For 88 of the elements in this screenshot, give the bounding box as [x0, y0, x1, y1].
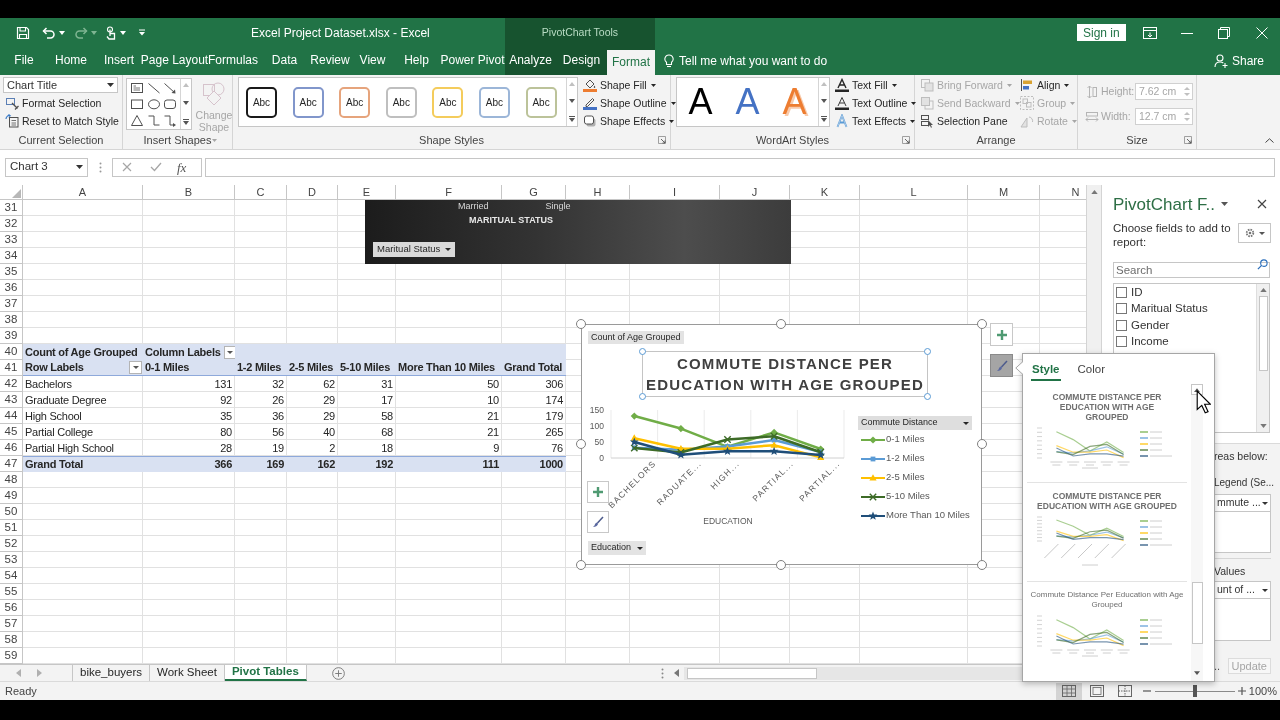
total-cell: 192 — [338, 456, 396, 472]
legend-label: More Than 10 Miles — [886, 508, 970, 523]
pivot-field-label: Column Labels — [145, 344, 221, 360]
value-cell-text: 35 — [219, 408, 233, 424]
pane-instruction: Choose fields to add to report: — [1113, 221, 1232, 249]
value-cell-text: 306 — [544, 376, 564, 392]
value-cell-text: 21 — [486, 408, 500, 424]
style-option-title: COMMUTE DISTANCE PER EDUCATION WITH AGE GROUPED — [1036, 491, 1178, 511]
area-label: Values — [1214, 564, 1246, 578]
column-label-cell: 1-2 Miles — [235, 360, 287, 376]
value-cell-text: 28 — [219, 440, 233, 456]
legend-label: 0-1 Miles — [886, 432, 925, 447]
style-option-title: COMMUTE DISTANCE PER EDUCATION WITH AGE GROUPED — [1051, 392, 1163, 422]
group-label: Size — [1126, 134, 1148, 146]
total-cell: 111 — [396, 456, 502, 472]
value-cell-text: 2 — [328, 440, 336, 456]
size-label: Width: — [1101, 108, 1132, 124]
value-cell-text: 32 — [271, 376, 285, 392]
value-cell-text: 174 — [544, 392, 564, 408]
value-cell-text: 31 — [380, 376, 394, 392]
area-label: Legend (Se... — [1214, 476, 1275, 490]
pivot-field-label: Row Labels — [25, 360, 84, 376]
value-cell-text: 92 — [219, 392, 233, 408]
window-title: Excel Project Dataset.xlsx - Excel — [251, 24, 430, 42]
value-cell-text: 131 — [213, 376, 233, 392]
group-label: Shape Styles — [419, 134, 484, 146]
field-name: Gender — [1131, 317, 1170, 333]
field-name: ID — [1131, 284, 1143, 300]
value-cell-text: 21 — [486, 424, 500, 440]
column-label-cell: Grand Total — [502, 360, 566, 376]
areas-hint: reas below: — [1214, 449, 1268, 463]
axis-tick-label: 150 — [589, 405, 604, 415]
axis-tick-label: 100 — [589, 421, 604, 431]
legend-label: 1-2 Miles — [886, 451, 925, 466]
column-label-cell: 0-1 Miles — [143, 360, 235, 376]
pane-title: PivotChart F.. — [1113, 195, 1216, 213]
group-label: Arrange — [976, 134, 1016, 146]
row-label-cell-text: Partial High School — [24, 440, 115, 456]
value-cell-text: 76 — [550, 440, 564, 456]
group-label: Current Selection — [18, 134, 104, 146]
column-label-cell: More Than 10 Miles — [396, 360, 502, 376]
total-label-cell: Grand Total — [23, 456, 143, 472]
value-cell-text: 56 — [271, 424, 285, 440]
category-label: Married — [458, 201, 489, 211]
column-label-cell: 2-5 Miles — [287, 360, 338, 376]
value-cell-text: 19 — [271, 440, 285, 456]
value-cell-text: 68 — [380, 424, 394, 440]
value-cell-text: 40 — [322, 424, 336, 440]
value-cell-text: 17 — [380, 392, 394, 408]
value-cell-text: 36 — [271, 408, 285, 424]
field-name: Income — [1131, 334, 1169, 350]
value-cell-text: 29 — [322, 392, 336, 408]
row-label-cell-text: Partial College — [24, 424, 94, 440]
value-cell-text: 179 — [544, 408, 564, 424]
defer-update-label: .. — [1214, 660, 1221, 672]
field-name: Maritual Status — [1131, 301, 1208, 317]
value-cell-text: 18 — [380, 440, 394, 456]
value-cell-text: 80 — [219, 424, 233, 440]
axis-title: EDUCATION — [703, 516, 753, 526]
value-cell-text: 10 — [486, 392, 500, 408]
row-label-cell-text: High School — [24, 408, 83, 424]
category-label: Single — [545, 201, 571, 211]
total-cell: 162 — [287, 456, 338, 472]
value-cell-text: 29 — [322, 408, 336, 424]
value-cell-text: 50 — [486, 376, 500, 392]
axis-tick-label: 50 — [594, 437, 604, 447]
size-label: Height: — [1101, 83, 1135, 99]
total-cell: 366 — [143, 456, 235, 472]
group-label: Insert Shapes — [143, 134, 212, 146]
pivot-field-label: Count of Age Grouped — [23, 344, 143, 360]
total-cell: 1000 — [502, 456, 566, 472]
total-cell: 169 — [235, 456, 287, 472]
style-option-title: Commute Distance Per Education with Age Grouped — [1029, 590, 1185, 610]
chart-title: MARITUAL STATUS — [469, 215, 553, 226]
status-text: Ready — [5, 685, 37, 697]
axis-tick-label: 0 — [599, 453, 604, 463]
group-label: WordArt Styles — [755, 134, 830, 146]
row-label-cell-text: Graduate Degree — [24, 392, 108, 408]
row-label-cell-text: Bachelors — [24, 376, 73, 392]
value-cell-text: 265 — [544, 424, 564, 440]
legend-label: 5-10 Miles — [886, 489, 930, 504]
column-label-cell: 5-10 Miles — [338, 360, 396, 376]
value-cell-text: 9 — [492, 440, 500, 456]
value-cell-text: 62 — [322, 376, 336, 392]
contextual-tab-header: PivotChart Tools — [541, 26, 619, 38]
value-cell-text: 26 — [271, 392, 285, 408]
value-cell-text: 58 — [380, 408, 394, 424]
legend-label: 2-5 Miles — [886, 470, 925, 485]
